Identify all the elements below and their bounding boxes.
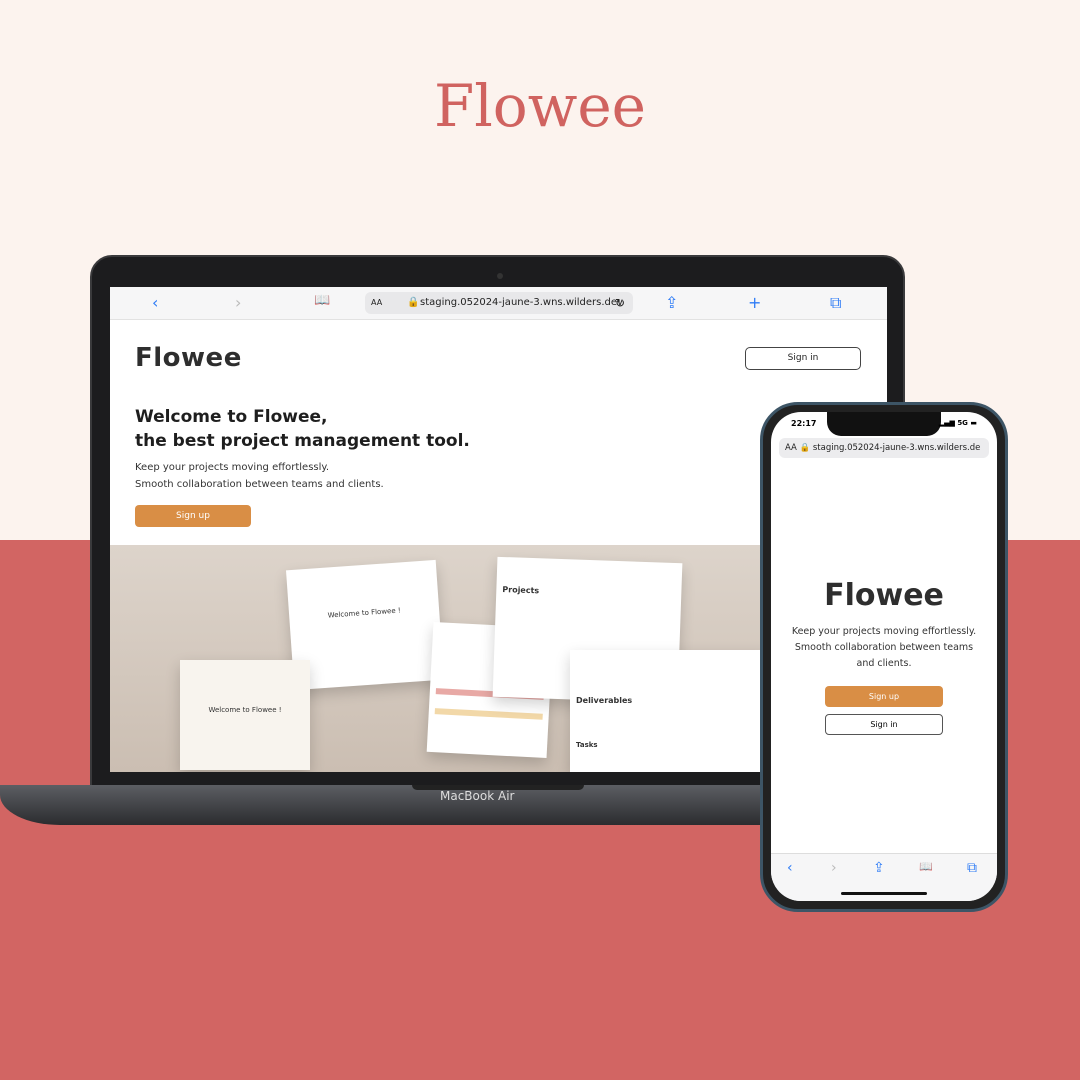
sign-in-button[interactable]: Sign in	[745, 347, 861, 370]
plus-icon[interactable]: +	[748, 293, 761, 312]
share-icon[interactable]: ⇪	[873, 860, 885, 876]
chevron-left-icon[interactable]: ‹	[152, 293, 158, 312]
chevron-left-icon[interactable]: ‹	[787, 860, 793, 876]
lock-icon: 🔒	[799, 443, 811, 453]
logo: Flowee	[135, 343, 242, 373]
home-indicator	[841, 892, 927, 895]
url-text: staging.052024-jaune-3.wns.wilders.dev	[420, 297, 623, 308]
phone-sign-up-button[interactable]: Sign up	[825, 686, 943, 707]
sign-up-button[interactable]: Sign up	[135, 505, 251, 527]
url-bar[interactable]: AA 🔒 staging.052024-jaune-3.wns.wilders.…	[365, 292, 633, 314]
book-icon[interactable]: 📖	[919, 860, 933, 873]
phone-url-bar[interactable]: AA 🔒 staging.052024-jaune-3.wns.wilders.…	[779, 438, 989, 458]
chevron-right-icon[interactable]: ›	[831, 860, 837, 876]
battery-icon: ▬	[967, 419, 977, 427]
model-label: MacBook Air	[440, 789, 515, 803]
camera	[497, 273, 503, 279]
phone-sign-in-button[interactable]: Sign in	[825, 714, 943, 735]
phone-notch	[827, 412, 941, 436]
browser-toolbar: ‹ › 📖 AA 🔒 staging.052024-jaune-3.wns.wi…	[110, 287, 887, 320]
tabs-icon[interactable]: ⧉	[967, 860, 977, 876]
network-label: 5G	[957, 419, 968, 427]
heading-line-1: Welcome to Flowee,	[135, 407, 328, 427]
brand-title: Flowee	[433, 72, 646, 140]
phone-logo: Flowee	[824, 578, 944, 613]
text-size-button[interactable]: AA	[785, 443, 797, 453]
hero-text: Keep your projects moving effortlessly. …	[135, 459, 384, 493]
reload-icon[interactable]: ↻	[615, 292, 625, 314]
hero-heading: Welcome to Flowee, the best project mana…	[135, 405, 470, 453]
heading-line-2: the best project management tool.	[135, 431, 470, 451]
deliverables-card: Deliverables Tasks	[570, 650, 770, 772]
phone-screen: 22:17 ▂▄▆ 5G ▬ AA 🔒 staging.052024-jaune…	[771, 412, 997, 901]
text-size-button[interactable]: AA	[371, 292, 382, 314]
signal-icon: ▂▄▆	[938, 419, 958, 427]
text-line-1: Keep your projects moving effortlessly.	[135, 462, 330, 473]
status-time: 22:17	[791, 419, 817, 428]
url-text: staging.052024-jaune-3.wns.wilders.de	[812, 443, 981, 453]
status-network: ▂▄▆ 5G ▬	[939, 419, 977, 427]
lock-icon: 🔒	[407, 297, 420, 308]
book-icon[interactable]: 📖	[314, 293, 330, 308]
text-line-2: Smooth collaboration between teams and c…	[135, 479, 384, 490]
phone-mockup: 22:17 ▂▄▆ 5G ▬ AA 🔒 staging.052024-jaune…	[760, 402, 1008, 912]
welcome-card-2: Welcome to Flowee !	[180, 660, 310, 770]
phone-text: Keep your projects moving effortlessly. …	[791, 626, 977, 669]
share-icon[interactable]: ⇪	[665, 293, 678, 312]
chevron-right-icon[interactable]: ›	[235, 293, 241, 312]
tabs-icon[interactable]: ⧉	[830, 293, 841, 313]
phone-toolbar: ‹ › ⇪ 📖 ⧉	[771, 853, 997, 901]
